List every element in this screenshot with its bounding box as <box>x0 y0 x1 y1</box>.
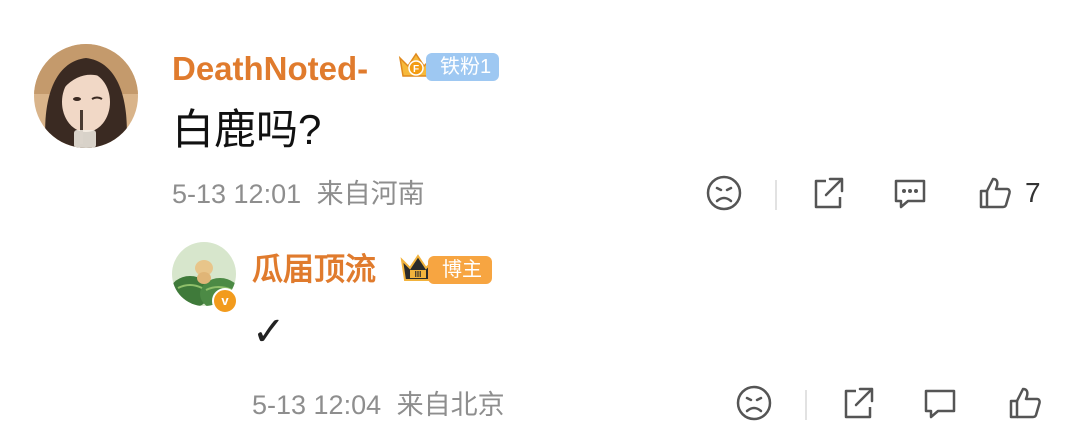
blogger-badge[interactable]: III 博主 <box>398 252 492 288</box>
comment-icon <box>924 389 956 419</box>
svg-text:III: III <box>415 270 422 279</box>
divider <box>775 180 777 210</box>
comment-text: 白鹿吗? <box>172 106 322 153</box>
fan-badge[interactable]: F 铁粉1 <box>396 50 500 84</box>
commenter-username[interactable]: DeathNoted- <box>172 50 368 88</box>
reply-text: ✓ <box>252 310 286 354</box>
comment-time: 5-13 12:01 <box>172 179 302 209</box>
comment-meta: 5-13 12:01 来自河南 <box>172 176 425 212</box>
svg-text:F: F <box>413 64 419 75</box>
reply-location: 来自北京 <box>396 390 505 420</box>
comment-button[interactable] <box>890 173 930 218</box>
frown-icon <box>706 175 742 211</box>
reply-dislike-button[interactable] <box>734 383 774 428</box>
share-icon <box>844 387 874 419</box>
reply-comment-button[interactable] <box>920 383 960 428</box>
like-count: 7 <box>1025 177 1041 208</box>
reply-like-button[interactable] <box>1005 383 1045 428</box>
divider <box>805 390 807 420</box>
thumbs-up-icon <box>979 177 1011 209</box>
replier-username[interactable]: 瓜届顶流 <box>252 252 376 288</box>
like-button[interactable]: 7 <box>975 173 1041 213</box>
thumbs-up-icon <box>1009 387 1041 419</box>
verified-icon: v <box>212 288 238 314</box>
frown-icon <box>736 385 772 421</box>
fan-badge-label: 铁粉1 <box>426 53 500 81</box>
share-button[interactable] <box>808 173 848 218</box>
reply-meta: 5-13 12:04 来自北京 <box>252 387 505 423</box>
reply-share-button[interactable] <box>838 383 878 428</box>
dislike-button[interactable] <box>704 173 744 218</box>
comment-icon <box>894 179 926 209</box>
comment-location: 来自河南 <box>316 179 425 209</box>
share-icon <box>814 177 844 209</box>
commenter-avatar[interactable] <box>34 44 138 148</box>
reply-time: 5-13 12:04 <box>252 390 382 420</box>
blogger-badge-label: 博主 <box>428 256 492 284</box>
